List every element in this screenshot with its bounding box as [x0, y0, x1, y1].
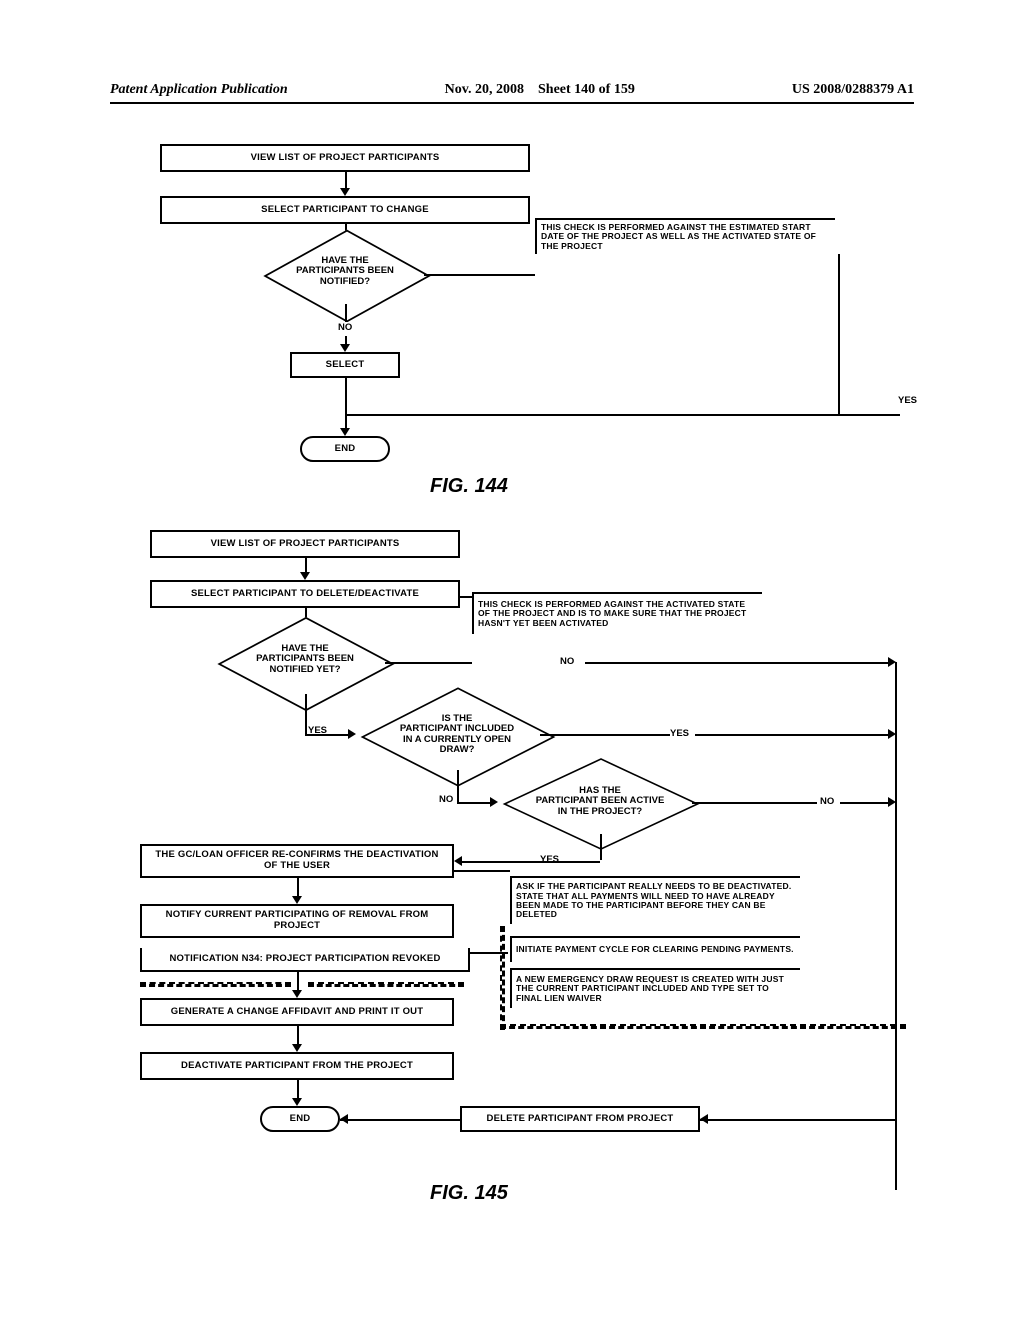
f145-note3: INITIATE PAYMENT CYCLE FOR CLEARING PEND…	[510, 936, 800, 962]
f145-view: VIEW LIST OF PROJECT PARTICIPANTS	[150, 530, 460, 558]
arrow-left-icon	[340, 1114, 348, 1124]
arrow-down-icon	[300, 572, 310, 580]
f145-end: END	[260, 1106, 340, 1132]
f144-d1-right	[424, 274, 535, 276]
f145-select-del: SELECT PARTICIPANT TO DELETE/DEACTIVATE	[150, 580, 460, 608]
header-middle: Nov. 20, 2008 Sheet 140 of 159	[288, 82, 792, 98]
f145-d2-right2	[695, 734, 890, 736]
page-root: Patent Application Publication Nov. 20, …	[0, 0, 1024, 1320]
f145-d3: HAS THEPARTICIPANT BEEN ACTIVEIN THE PRO…	[485, 770, 715, 834]
f144-select: SELECT	[290, 352, 400, 378]
arrow-down-icon	[292, 1098, 302, 1106]
figure-144: VIEW LIST OF PROJECT PARTICIPANTS SELECT…	[150, 130, 910, 495]
f144-yes-join	[345, 414, 900, 416]
f144-caption: FIG. 144	[430, 475, 508, 498]
pub-label: Patent Application Publication	[110, 82, 288, 98]
f145-d1: HAVE THEPARTICIPANTS BEENNOTIFIED YET?	[205, 630, 405, 694]
f145-c4	[457, 770, 459, 802]
f145-d3-right2	[840, 802, 890, 804]
arrow-left-icon	[454, 856, 462, 866]
f145-c5	[600, 834, 602, 860]
f145-d1-right	[385, 662, 472, 664]
f144-yes-label: YES	[898, 395, 917, 406]
f145-c9	[297, 1080, 299, 1100]
f144-view: VIEW LIST OF PROJECT PARTICIPANTS	[160, 144, 530, 172]
f145-bus-right	[895, 662, 897, 1190]
f145-note4: A NEW EMERGENCY DRAW REQUEST IS CREATED …	[510, 968, 800, 1008]
f144-select-change: SELECT PARTICIPANT TO CHANGE	[160, 196, 530, 224]
f145-bus-delete	[700, 1119, 895, 1121]
f145-c7	[297, 972, 299, 992]
arrow-left-icon	[700, 1114, 708, 1124]
f145-dash-v	[500, 926, 505, 1030]
f145-d1-right2	[585, 662, 890, 664]
f145-reconfirm: THE GC/LOAN OFFICER RE-CONFIRMS THE DEAC…	[140, 844, 454, 878]
f144-yes-down	[838, 254, 840, 414]
doc-header: Patent Application Publication Nov. 20, …	[110, 82, 914, 104]
f145-notify: NOTIFY CURRENT PARTICIPATING OF REMOVAL …	[140, 904, 454, 938]
arrow-down-icon	[292, 1044, 302, 1052]
f145-dash-mid	[308, 982, 464, 987]
f145-dash-right	[500, 1024, 906, 1029]
f144-no-label: NO	[338, 322, 352, 333]
f145-note1: THIS CHECK IS PERFORMED AGAINST THE ACTI…	[472, 592, 762, 634]
f145-d3-right	[692, 802, 817, 804]
f145-note2-pin	[454, 870, 510, 872]
f145-affidavit: GENERATE A CHANGE AFFIDAVIT AND PRINT IT…	[140, 998, 454, 1026]
arrow-right-icon	[888, 729, 896, 739]
f144-note: THIS CHECK IS PERFORMED AGAINST THE ESTI…	[535, 218, 835, 254]
f145-c5h	[460, 861, 600, 863]
f145-end-del	[340, 1119, 460, 1121]
f145-caption: FIG. 145	[430, 1182, 508, 1205]
figure-145: VIEW LIST OF PROJECT PARTICIPANTS SELECT…	[140, 530, 940, 1230]
arrow-down-icon	[340, 188, 350, 196]
f145-d1-no: NO	[560, 656, 574, 667]
arrow-right-icon	[888, 797, 896, 807]
arrow-down-icon	[340, 344, 350, 352]
f145-d2: IS THEPARTICIPANT INCLUDEDIN A CURRENTLY…	[347, 700, 567, 770]
arrow-down-icon	[340, 428, 350, 436]
header-docno: US 2008/0288379 A1	[792, 82, 914, 98]
f145-c3h	[305, 734, 350, 736]
header-date: Nov. 20, 2008	[445, 82, 524, 97]
f145-d2-no: NO	[439, 794, 453, 805]
f145-note2: ASK IF THE PARTICIPANT REALLY NEEDS TO B…	[510, 876, 800, 924]
f144-con4	[345, 378, 347, 430]
f145-c6	[297, 878, 299, 898]
f145-delete: DELETE PARTICIPANT FROM PROJECT	[460, 1106, 700, 1132]
f145-note1-pin	[460, 596, 472, 598]
f145-c8	[297, 1026, 299, 1046]
f145-d3-no: NO	[820, 796, 834, 807]
header-sheet: Sheet 140 of 159	[538, 82, 635, 97]
f145-n34: NOTIFICATION N34: PROJECT PARTICIPATION …	[140, 948, 470, 972]
f145-d3-yes: YES	[540, 854, 559, 865]
arrow-down-icon	[292, 896, 302, 904]
arrow-down-icon	[292, 990, 302, 998]
f144-d1: HAVE THEPARTICIPANTS BEENNOTIFIED?	[245, 244, 445, 304]
f145-deactivate: DEACTIVATE PARTICIPANT FROM THE PROJECT	[140, 1052, 454, 1080]
f145-c3	[305, 694, 307, 734]
f145-d2-yes: YES	[670, 728, 689, 739]
f145-d2-right	[540, 734, 670, 736]
f145-dash-left	[140, 982, 291, 987]
f144-end: END	[300, 436, 390, 462]
